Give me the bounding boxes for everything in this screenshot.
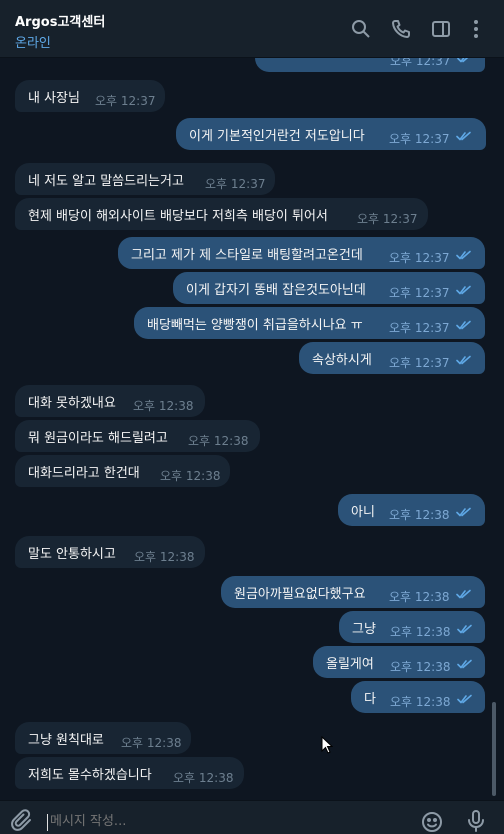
message-time: 오후 12:37 bbox=[389, 356, 450, 370]
message-time: 오후 12:38 bbox=[389, 590, 450, 604]
message-time: 오후 12:38 bbox=[390, 695, 451, 709]
message-time: 오후 12:38 bbox=[121, 736, 182, 750]
outgoing-message[interactable]: 그냥 오후 12:38 bbox=[339, 611, 485, 643]
message-text: 네 저도 알고 말씀드리는거고 bbox=[28, 174, 184, 189]
incoming-message[interactable]: 저희도 몰수하겠습니다 오후 12:38 bbox=[15, 757, 244, 789]
message-text: 그냥 원칙대로 bbox=[28, 733, 104, 748]
incoming-message[interactable]: 대화드리라고 한건대 오후 12:38 bbox=[15, 455, 230, 487]
outgoing-message[interactable]: 올릴게여 오후 12:38 bbox=[313, 646, 485, 678]
read-check-icon bbox=[456, 355, 472, 365]
emoji-icon[interactable] bbox=[420, 810, 444, 834]
read-check-icon bbox=[456, 589, 472, 599]
read-check-icon bbox=[456, 507, 472, 517]
more-vertical-icon[interactable] bbox=[465, 18, 487, 40]
outgoing-message[interactable]: 배당빼먹는 양빵쟁이 취급을하시나요 ㅠ 오후 12:37 bbox=[134, 307, 485, 339]
outgoing-message[interactable]: 속상하시게 오후 12:37 bbox=[299, 342, 485, 374]
incoming-message[interactable]: 그냥 원칙대로 오후 12:38 bbox=[15, 722, 191, 754]
message-time: 오후 12:37 bbox=[95, 94, 156, 108]
message-text: 뭐 원금이라도 해드릴려고 bbox=[28, 431, 168, 446]
message-time: 오후 12:38 bbox=[390, 660, 451, 674]
outgoing-message[interactable]: 이게 갑자기 똥배 잡은것도아닌데 오후 12:37 bbox=[173, 272, 485, 304]
composer bbox=[0, 800, 504, 834]
outgoing-message[interactable]: 그리고 제가 제 스타일로 배팅할려고온건데 오후 12:37 bbox=[118, 237, 485, 269]
message-input[interactable] bbox=[50, 810, 400, 832]
read-check-icon bbox=[456, 250, 472, 260]
message-time: 오후 12:38 bbox=[160, 469, 221, 483]
message-time: 오후 12:37 bbox=[389, 251, 450, 265]
message-text: 원금아까필요없다했구요 bbox=[234, 587, 366, 602]
message-text: 올릴게여 bbox=[326, 657, 374, 672]
message-time: 오후 12:37 bbox=[389, 321, 450, 335]
message-time: 오후 12:38 bbox=[188, 434, 249, 448]
read-check-icon bbox=[457, 58, 473, 63]
message-text: 이게 갑자기 똥배 잡은것도아닌데 bbox=[186, 283, 366, 298]
read-check-icon bbox=[457, 624, 473, 634]
outgoing-message[interactable]: 이게 기본적인거란건 저도압니다 오후 12:37 bbox=[176, 118, 486, 150]
message-text: 그냥 bbox=[352, 622, 376, 637]
message-time: 오후 12:38 bbox=[390, 625, 451, 639]
attach-icon[interactable] bbox=[10, 809, 34, 833]
message-text: 그리고 제가 제 스타일로 배팅할려고온건데 bbox=[131, 248, 363, 263]
message-time: 오후 12:37 bbox=[357, 212, 418, 226]
read-check-icon bbox=[456, 320, 472, 330]
message-time: 오후 12:38 bbox=[389, 508, 450, 522]
scrollbar-thumb[interactable] bbox=[492, 702, 496, 796]
outgoing-message[interactable]: 다 오후 12:38 bbox=[351, 681, 485, 713]
incoming-message[interactable]: 뭐 원금이라도 해드릴려고 오후 12:38 bbox=[15, 420, 260, 452]
mouse-cursor bbox=[321, 735, 334, 754]
phone-icon[interactable] bbox=[390, 18, 412, 40]
read-check-icon bbox=[456, 285, 472, 295]
text-caret bbox=[47, 814, 48, 831]
chat-title[interactable]: Argos고객센터 bbox=[15, 11, 105, 30]
outgoing-message[interactable]: 오후 12:37 bbox=[255, 58, 485, 72]
search-icon[interactable] bbox=[350, 18, 372, 40]
message-list[interactable]: 오후 12:37 내 사장님 오후 12:37 이게 기본적인거란건 저도압니다 오후 … bbox=[0, 58, 504, 800]
read-check-icon bbox=[457, 659, 473, 669]
message-time: 오후 12:38 bbox=[133, 399, 194, 413]
microphone-icon[interactable] bbox=[464, 809, 488, 833]
message-text: 대화 못하겠내요 bbox=[28, 396, 116, 411]
read-check-icon bbox=[457, 694, 473, 704]
outgoing-message[interactable]: 원금아까필요없다했구요 오후 12:38 bbox=[221, 576, 485, 608]
message-text: 아니 bbox=[351, 505, 375, 520]
message-text: 내 사장님 bbox=[28, 91, 80, 106]
message-time: 오후 12:38 bbox=[134, 550, 195, 564]
message-text: 현제 배당이 해외사이트 배당보다 저희측 배당이 튀어서 bbox=[28, 209, 328, 224]
outgoing-message[interactable]: 아니 오후 12:38 bbox=[338, 494, 485, 526]
message-time: 오후 12:37 bbox=[389, 286, 450, 300]
message-text: 다 bbox=[364, 692, 376, 707]
read-check-icon bbox=[456, 131, 472, 141]
message-text: 대화드리라고 한건대 bbox=[28, 466, 140, 481]
message-text: 말도 안통하시고 bbox=[28, 547, 116, 562]
message-text: 배당빼먹는 양빵쟁이 취급을하시나요 ㅠ bbox=[147, 318, 363, 333]
message-text: 저희도 몰수하겠습니다 bbox=[28, 768, 152, 783]
message-time: 오후 12:37 bbox=[390, 58, 451, 68]
message-time: 오후 12:38 bbox=[173, 771, 234, 785]
message-time: 오후 12:37 bbox=[205, 177, 266, 191]
sidebar-toggle-icon[interactable] bbox=[430, 18, 452, 40]
incoming-message[interactable]: 현제 배당이 해외사이트 배당보다 저희측 배당이 튀어서 오후 12:37 bbox=[15, 198, 428, 230]
incoming-message[interactable]: 네 저도 알고 말씀드리는거고 오후 12:37 bbox=[15, 163, 275, 195]
incoming-message[interactable]: 대화 못하겠내요 오후 12:38 bbox=[15, 385, 205, 417]
message-text: 속상하시게 bbox=[312, 353, 372, 368]
incoming-message[interactable]: 말도 안통하시고 오후 12:38 bbox=[15, 536, 205, 568]
chat-status: 온라인 bbox=[15, 36, 51, 51]
message-text: 이게 기본적인거란건 저도압니다 bbox=[189, 129, 365, 144]
chat-header: Argos고객센터 온라인 bbox=[0, 0, 504, 58]
incoming-message[interactable]: 내 사장님 오후 12:37 bbox=[15, 80, 165, 112]
message-time: 오후 12:37 bbox=[389, 132, 450, 146]
